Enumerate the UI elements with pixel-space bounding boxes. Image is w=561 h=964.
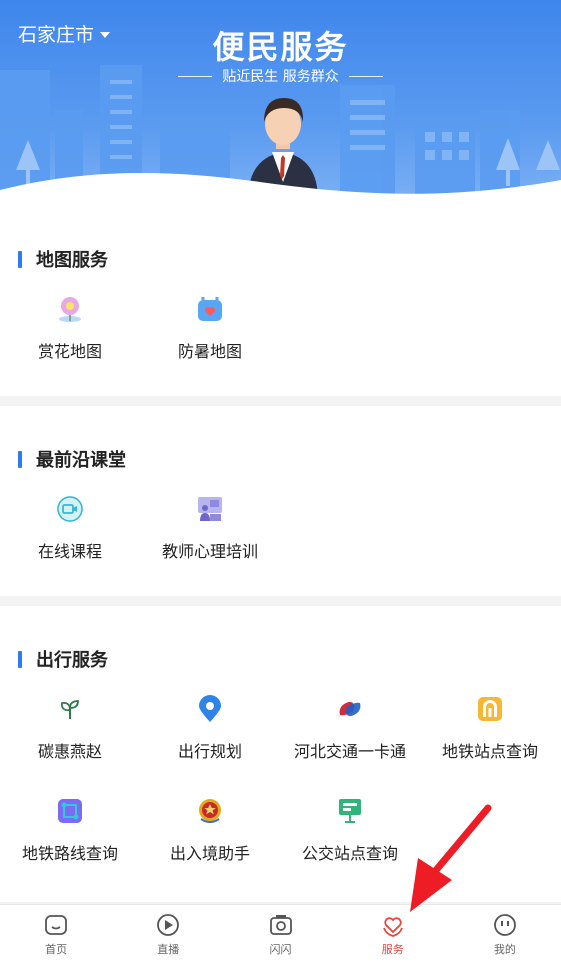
divider-line — [178, 75, 213, 77]
tab-live[interactable]: 直播 — [112, 905, 224, 964]
section-title: 最前沿课堂 — [36, 450, 126, 471]
section-accent-bar — [18, 450, 22, 468]
service-item-carbon[interactable]: 碳惠燕赵 — [0, 694, 140, 762]
section-accent-bar — [18, 250, 22, 268]
service-item-entry-exit[interactable]: 出入境助手 — [140, 796, 280, 864]
tab-service[interactable]: 服务 — [337, 905, 449, 964]
divider-line — [348, 75, 383, 77]
banner-title: 便民服务 — [212, 28, 349, 66]
service-item-label: 出行规划 — [177, 742, 242, 761]
section-header: 最前沿课堂 — [18, 446, 126, 472]
bottom-tab-bar: 首页 直播 闪闪 服务 我的 — [0, 904, 561, 964]
camera-icon — [269, 915, 292, 935]
service-item-bus-stop[interactable]: 公交站点查询 — [280, 796, 420, 864]
service-item-flower-map[interactable]: 赏花地图 — [0, 294, 140, 362]
banner-subtitle-text: 贴近民生 服务群众 — [222, 69, 339, 85]
police-badge-icon — [195, 796, 225, 826]
section-header: 出行服务 — [18, 646, 108, 672]
teacher-board-icon — [195, 494, 225, 524]
face-icon — [494, 914, 516, 936]
flower-map-icon — [55, 294, 85, 324]
service-item-online-course[interactable]: 在线课程 — [0, 494, 140, 562]
service-item-teacher-training[interactable]: 教师心理培训 — [140, 494, 280, 562]
play-icon — [157, 914, 180, 936]
service-item-label: 赏花地图 — [37, 342, 102, 361]
section-title: 出行服务 — [36, 650, 108, 671]
section-accent-bar — [18, 650, 22, 668]
service-item-label: 地铁站点查询 — [441, 742, 538, 761]
service-item-label: 公交站点查询 — [301, 844, 398, 863]
service-item-label: 防暑地图 — [177, 342, 242, 361]
section-frontier-class: 最前沿课堂 在线课程 教师心理培训 — [0, 406, 561, 596]
section-title: 地图服务 — [36, 250, 108, 271]
tab-label: 闪闪 — [269, 943, 292, 956]
service-item-label: 河北交通一卡通 — [293, 742, 406, 761]
tab-label: 服务 — [381, 943, 404, 956]
metro-route-icon — [55, 796, 85, 826]
location-pin-icon — [195, 694, 225, 724]
banner-subtitle: 贴近民生 服务群众 — [0, 66, 561, 86]
bus-stop-icon — [335, 796, 365, 826]
transit-card-icon — [335, 694, 365, 724]
tab-label: 我的 — [493, 943, 516, 956]
heat-map-icon — [195, 294, 225, 324]
service-item-label: 出入境助手 — [169, 844, 250, 863]
sprout-icon — [55, 694, 85, 724]
video-camera-icon — [55, 494, 85, 524]
section-map-services: 地图服务 赏花地图 防暑地图 — [0, 210, 561, 396]
metro-station-icon — [475, 694, 505, 724]
service-page: 石家庄市 便民服务 贴近民生 服务群众 地图服务 赏花地图 防暑地图 最前沿课堂… — [0, 0, 561, 964]
tab-shanshan[interactable]: 闪闪 — [224, 905, 336, 964]
tab-mine[interactable]: 我的 — [449, 905, 561, 964]
section-travel-services: 出行服务 碳惠燕赵 出行规划 河北交通一卡通 地铁站点查询 地铁路线查询 出入境… — [0, 606, 561, 902]
service-item-label: 碳惠燕赵 — [37, 742, 102, 761]
banner: 石家庄市 便民服务 贴近民生 服务群众 — [0, 0, 561, 210]
service-item-metro-station[interactable]: 地铁站点查询 — [420, 694, 560, 762]
service-item-label: 在线课程 — [37, 542, 102, 561]
tab-label: 首页 — [45, 943, 68, 956]
section-header: 地图服务 — [18, 246, 108, 272]
service-item-metro-route[interactable]: 地铁路线查询 — [0, 796, 140, 864]
home-icon — [45, 915, 67, 935]
service-item-transit-card[interactable]: 河北交通一卡通 — [280, 694, 420, 762]
service-item-label: 地铁路线查询 — [21, 844, 118, 863]
service-item-label: 教师心理培训 — [161, 542, 258, 561]
tab-label: 直播 — [157, 943, 180, 956]
tab-home[interactable]: 首页 — [0, 905, 112, 964]
heart-hands-icon — [382, 917, 403, 937]
service-item-heat-map[interactable]: 防暑地图 — [140, 294, 280, 362]
service-item-trip-planning[interactable]: 出行规划 — [140, 694, 280, 762]
